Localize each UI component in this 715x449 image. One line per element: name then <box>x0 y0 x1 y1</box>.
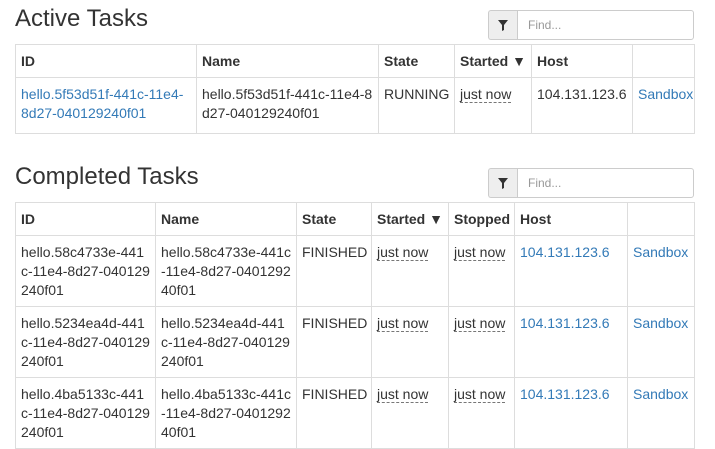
task-stopped: just now <box>454 244 506 261</box>
completed-tasks-header: Completed Tasks <box>15 158 694 202</box>
col-id-header[interactable]: ID <box>15 44 197 78</box>
task-sandbox-cell: Sandbox <box>627 377 695 449</box>
sandbox-link[interactable]: Sandbox <box>638 86 693 102</box>
task-stopped-cell: just now <box>448 306 515 378</box>
col-state-header[interactable]: State <box>296 202 372 236</box>
task-stopped-cell: just now <box>448 235 515 307</box>
task-sandbox-cell: Sandbox <box>632 77 695 134</box>
col-actions-header <box>627 202 695 236</box>
active-tasks-section: Active Tasks ID Name State Started ▼ Hos… <box>15 0 695 134</box>
completed-tasks-table: ID Name State Started ▼ Stopped Host hel… <box>15 202 695 449</box>
col-name-header[interactable]: Name <box>155 202 297 236</box>
col-actions-header <box>632 44 695 78</box>
task-name: hello.5f53d51f-441c-11e4-8d27-040129240f… <box>196 77 379 134</box>
completed-table-header-row: ID Name State Started ▼ Stopped Host <box>15 202 695 236</box>
task-started: just now <box>377 386 429 403</box>
task-id: hello.4ba5133c-441c-11e4-8d27-040129240f… <box>15 377 156 449</box>
host-link[interactable]: 104.131.123.6 <box>520 315 610 331</box>
sandbox-link[interactable]: Sandbox <box>633 315 688 331</box>
task-host-cell: 104.131.123.6 <box>514 377 628 449</box>
task-started-cell: just now <box>371 377 449 449</box>
col-host-header[interactable]: Host <box>531 44 633 78</box>
col-stopped-header[interactable]: Stopped <box>448 202 515 236</box>
filter-icon <box>498 177 508 189</box>
active-tasks-header: Active Tasks <box>15 0 694 44</box>
task-state: FINISHED <box>296 306 372 378</box>
sandbox-link[interactable]: Sandbox <box>633 386 688 402</box>
task-started-cell: just now <box>371 306 449 378</box>
task-started-cell: just now <box>371 235 449 307</box>
completed-filter-group <box>488 168 694 198</box>
completed-tasks-section: Completed Tasks ID Name State Started ▼ … <box>15 158 695 449</box>
active-filter-button[interactable] <box>488 10 517 40</box>
col-name-header[interactable]: Name <box>196 44 379 78</box>
task-id-cell: hello.5f53d51f-441c-11e4-8d27-040129240f… <box>15 77 197 134</box>
task-state: RUNNING <box>378 77 455 134</box>
task-stopped: just now <box>454 315 506 332</box>
task-started: just now <box>377 315 429 332</box>
task-state: FINISHED <box>296 377 372 449</box>
col-host-header[interactable]: Host <box>514 202 628 236</box>
task-sandbox-cell: Sandbox <box>627 235 695 307</box>
completed-tasks-title: Completed Tasks <box>15 163 199 190</box>
active-tasks-table: ID Name State Started ▼ Host hello.5f53d… <box>15 44 695 134</box>
completed-filter-button[interactable] <box>488 168 517 198</box>
task-sandbox-cell: Sandbox <box>627 306 695 378</box>
host-link[interactable]: 104.131.123.6 <box>520 386 610 402</box>
task-started: just now <box>460 86 512 103</box>
col-state-header[interactable]: State <box>378 44 455 78</box>
table-row: hello.5f53d51f-441c-11e4-8d27-040129240f… <box>15 77 695 134</box>
table-row: hello.5234ea4d-441c-11e4-8d27-040129240f… <box>15 306 695 378</box>
completed-find-input[interactable] <box>517 168 694 198</box>
table-row: hello.58c4733e-441c-11e4-8d27-040129240f… <box>15 235 695 307</box>
filter-icon <box>498 19 508 31</box>
task-name: hello.4ba5133c-441c-11e4-8d27-040129240f… <box>155 377 297 449</box>
task-id: hello.58c4733e-441c-11e4-8d27-040129240f… <box>15 235 156 307</box>
sandbox-link[interactable]: Sandbox <box>633 244 688 260</box>
task-stopped-cell: just now <box>448 377 515 449</box>
task-name: hello.5234ea4d-441c-11e4-8d27-040129240f… <box>155 306 297 378</box>
task-host-cell: 104.131.123.6 <box>514 306 628 378</box>
task-stopped: just now <box>454 386 506 403</box>
task-host: 104.131.123.6 <box>531 77 633 134</box>
active-find-input[interactable] <box>517 10 694 40</box>
col-started-header[interactable]: Started ▼ <box>371 202 449 236</box>
task-id: hello.5234ea4d-441c-11e4-8d27-040129240f… <box>15 306 156 378</box>
task-name: hello.58c4733e-441c-11e4-8d27-040129240f… <box>155 235 297 307</box>
task-started-cell: just now <box>454 77 532 134</box>
table-row: hello.4ba5133c-441c-11e4-8d27-040129240f… <box>15 377 695 449</box>
task-started: just now <box>377 244 429 261</box>
host-link[interactable]: 104.131.123.6 <box>520 244 610 260</box>
active-tasks-title: Active Tasks <box>15 5 148 32</box>
col-started-header[interactable]: Started ▼ <box>454 44 532 78</box>
active-filter-group <box>488 10 694 40</box>
active-table-header-row: ID Name State Started ▼ Host <box>15 44 695 78</box>
col-id-header[interactable]: ID <box>15 202 156 236</box>
task-id-link[interactable]: hello.5f53d51f-441c-11e4-8d27-040129240f… <box>21 86 183 121</box>
task-state: FINISHED <box>296 235 372 307</box>
task-host-cell: 104.131.123.6 <box>514 235 628 307</box>
